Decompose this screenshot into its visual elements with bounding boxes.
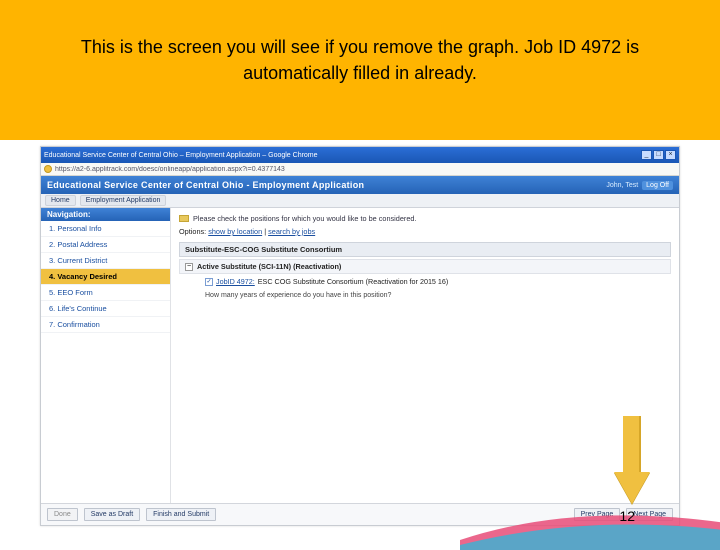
nav-item-6[interactable]: 6. Life's Continue <box>41 301 170 317</box>
job-id-link[interactable]: JobID 4972: <box>216 277 255 286</box>
nav-item-3[interactable]: 3. Current District <box>41 253 170 269</box>
minimize-icon[interactable]: _ <box>641 150 652 160</box>
flag-icon <box>179 215 189 222</box>
job-row: ✓ JobID 4972: ESC COG Substitute Consort… <box>179 274 671 289</box>
window-titlebar: Educational Service Center of Central Oh… <box>41 147 679 163</box>
address-bar: https://a2-6.applitrack.com/doesc/online… <box>41 163 679 176</box>
collapse-icon[interactable]: − <box>185 263 193 271</box>
slide-caption: This is the screen you will see if you r… <box>40 34 680 86</box>
crumb-home[interactable]: Home <box>45 195 76 206</box>
notice-row: Please check the positions for which you… <box>179 214 671 223</box>
callout-arrow-icon <box>614 416 650 504</box>
logoff-button[interactable]: Log Off <box>642 181 673 190</box>
breadcrumb: Home Employment Application <box>41 194 679 208</box>
save-draft-button[interactable]: Save as Draft <box>84 508 140 521</box>
job-checkbox[interactable]: ✓ <box>205 278 213 286</box>
experience-question: How many years of experience do you have… <box>179 289 671 302</box>
nav-item-1[interactable]: 1. Personal Info <box>41 221 170 237</box>
notice-text: Please check the positions for which you… <box>193 214 417 223</box>
options-link-search[interactable]: search by jobs <box>268 227 315 236</box>
options-link-location[interactable]: show by location <box>208 227 262 236</box>
app-header: Educational Service Center of Central Oh… <box>41 176 679 194</box>
slide-banner: This is the screen you will see if you r… <box>0 0 720 140</box>
app-screenshot: Educational Service Center of Central Oh… <box>40 146 680 526</box>
user-name: John, Test <box>606 182 638 189</box>
window-title: Educational Service Center of Central Oh… <box>44 152 318 159</box>
nav-item-2[interactable]: 2. Postal Address <box>41 237 170 253</box>
close-icon[interactable]: × <box>665 150 676 160</box>
options-row: Options: show by location | search by jo… <box>179 227 671 236</box>
globe-icon <box>44 165 52 173</box>
url-text: https://a2-6.applitrack.com/doesc/online… <box>55 166 285 173</box>
nav-item-7[interactable]: 7. Confirmation <box>41 317 170 333</box>
nav-item-5[interactable]: 5. EEO Form <box>41 285 170 301</box>
nav-header: Navigation: <box>41 208 170 221</box>
status-indicator: Done <box>47 508 78 521</box>
finish-submit-button[interactable]: Finish and Submit <box>146 508 216 521</box>
position-group: Substitute-ESC-COG Substitute Consortium <box>179 242 671 257</box>
subgroup-title: Active Substitute (SCI-11N) (Reactivatio… <box>197 262 341 271</box>
options-label: Options: <box>179 227 206 236</box>
prev-page-button[interactable]: Prev Page <box>574 508 621 521</box>
maximize-icon[interactable]: □ <box>653 150 664 160</box>
footer-bar: Done Save as Draft Finish and Submit Pre… <box>41 503 679 525</box>
crumb-current: Employment Application <box>80 195 167 206</box>
nav-item-4[interactable]: 4. Vacancy Desired <box>41 269 170 285</box>
main-panel: Please check the positions for which you… <box>171 208 679 508</box>
window-controls: _ □ × <box>641 150 676 160</box>
sidebar: Navigation: 1. Personal Info 2. Postal A… <box>41 208 171 508</box>
position-subgroup[interactable]: − Active Substitute (SCI-11N) (Reactivat… <box>179 259 671 274</box>
job-description: ESC COG Substitute Consortium (Reactivat… <box>258 277 449 286</box>
slide-page-number: 12 <box>619 508 635 524</box>
app-title: Educational Service Center of Central Oh… <box>47 180 364 190</box>
